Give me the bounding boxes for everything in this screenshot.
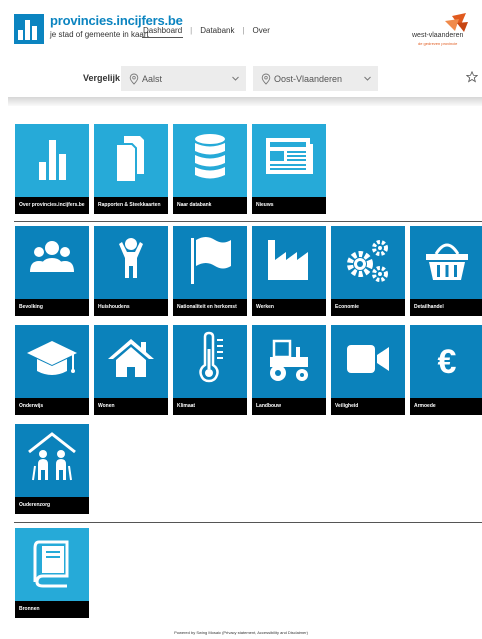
tractor-icon (270, 339, 308, 381)
site-tagline: je stad of gemeente in kaart (50, 30, 149, 39)
municipality-value: Aalst (142, 73, 163, 84)
basket-icon (426, 243, 468, 280)
tile-bevolking[interactable]: Bevolking (15, 226, 89, 316)
partner-logo-text: west-vlaanderen (412, 32, 464, 39)
tile-ouderenzorg[interactable]: Ouderenzorg (15, 424, 89, 514)
province-value: Oost-Vlaanderen (274, 73, 343, 84)
tile-label: Over provincies.incijfers.be (15, 197, 89, 214)
tile-label: Bevolking (15, 299, 89, 316)
tile-label: Huishoudens (94, 299, 168, 316)
tile-armoede[interactable]: € Armoede (410, 325, 482, 415)
tile-label: Economie (331, 299, 405, 316)
compare-bar-shadow (8, 97, 482, 106)
tile-label: Onderwijs (15, 398, 89, 415)
nav-separator: | (190, 26, 193, 35)
elderly-care-icon (28, 432, 76, 481)
database-icon (195, 134, 225, 179)
tile-bronnen[interactable]: Bronnen (15, 528, 89, 618)
svg-text:€: € (438, 343, 457, 381)
partner-logo-mark-icon (445, 13, 468, 32)
compare-label: Vergelijk (83, 73, 121, 83)
tile-label: Veiligheid (331, 398, 405, 415)
tile-nieuws[interactable]: Nieuws (252, 124, 326, 214)
tile-label: Rapporten & Steekkaarten (94, 197, 168, 214)
map-pin-icon (129, 73, 139, 85)
section-divider (14, 522, 482, 523)
tile-huishoudens[interactable]: Huishoudens (94, 226, 168, 316)
tile-label: Nationaliteit en herkomst (173, 299, 247, 316)
partner-logo[interactable]: west-vlaanderen de gedreven provincie (412, 13, 470, 46)
tile-label: Naar databank (173, 197, 247, 214)
nav-databank[interactable]: Databank (199, 26, 235, 38)
tile-wonen[interactable]: Wonen (94, 325, 168, 415)
map-pin-icon (261, 73, 271, 85)
gears-icon (347, 240, 388, 282)
tile-label: Detailhandel (410, 299, 482, 316)
tile-label: Nieuws (252, 197, 326, 214)
tile-landbouw[interactable]: Landbouw (252, 325, 326, 415)
compare-bar: Vergelijk Aalst Oost-Vlaanderen (0, 62, 482, 96)
house-icon (108, 339, 154, 377)
tile-label: Bronnen (15, 601, 89, 618)
top-navigation: Dashboard | Databank | Over (142, 26, 271, 38)
tile-onderwijs[interactable]: Onderwijs (15, 325, 89, 415)
partner-tagline: de gedreven provincie (418, 41, 458, 46)
tile-label: Werken (252, 299, 326, 316)
tile-klimaat[interactable]: Klimaat (173, 325, 247, 415)
municipality-select[interactable]: Aalst (121, 66, 246, 91)
province-select[interactable]: Oost-Vlaanderen (253, 66, 378, 91)
person-icon (119, 238, 143, 278)
tile-label: Wonen (94, 398, 168, 415)
nav-dashboard[interactable]: Dashboard (142, 26, 184, 38)
nav-separator: | (242, 26, 245, 35)
section-divider (14, 221, 482, 222)
bar-chart-icon (39, 140, 66, 180)
logo-icon[interactable] (14, 14, 44, 44)
tile-label: Ouderenzorg (15, 497, 89, 514)
graduation-cap-icon (27, 341, 77, 375)
star-icon[interactable] (466, 71, 478, 83)
factory-icon (268, 240, 308, 280)
tile-economie[interactable]: Economie (331, 226, 405, 316)
tile-label: Armoede (410, 398, 482, 415)
tile-werken[interactable]: Werken (252, 226, 326, 316)
thermometer-icon (199, 331, 223, 383)
nav-over[interactable]: Over (252, 26, 271, 38)
tile-nationaliteit[interactable]: Nationaliteit en herkomst (173, 226, 247, 316)
euro-icon: € (438, 343, 457, 381)
tile-veiligheid[interactable]: Veiligheid (331, 325, 405, 415)
tile-detailhandel[interactable]: Detailhandel (410, 226, 482, 316)
people-icon (30, 241, 74, 272)
tile-rapporten[interactable]: Rapporten & Steekkaarten (94, 124, 168, 214)
tile-over[interactable]: Over provincies.incijfers.be (15, 124, 89, 214)
footer-text[interactable]: Powered by Swing Mosaic (Privacy stateme… (0, 630, 482, 635)
tile-label: Landbouw (252, 398, 326, 415)
documents-icon (115, 136, 144, 183)
newspaper-icon (266, 138, 313, 174)
tile-databank[interactable]: Naar databank (173, 124, 247, 214)
chevron-down-icon (232, 76, 239, 81)
camera-icon (347, 345, 389, 373)
tile-label: Klimaat (173, 398, 247, 415)
book-icon (33, 540, 69, 588)
chevron-down-icon (364, 76, 371, 81)
header: provincies.incijfers.be je stad of gemee… (0, 0, 482, 58)
flag-icon (191, 237, 231, 284)
